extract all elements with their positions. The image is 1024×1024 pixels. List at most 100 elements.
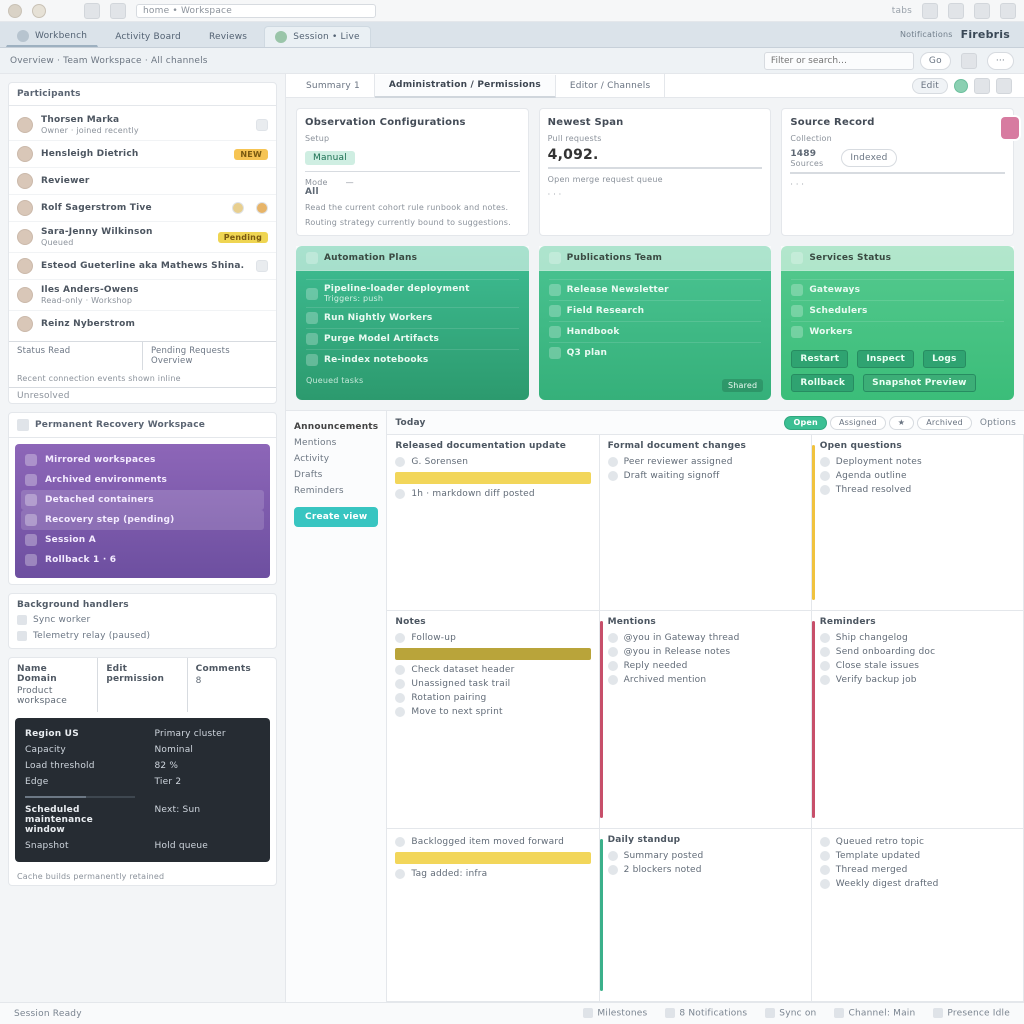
left-sidebar: Participants Thorsen MarkaOwner · joined… — [0, 74, 286, 1002]
share-icon[interactable] — [974, 78, 990, 94]
mtab-admin[interactable]: Administration / Permissions — [375, 75, 556, 98]
chip-archived[interactable]: Archived — [917, 416, 972, 430]
chip-assigned[interactable]: Assigned — [830, 416, 886, 430]
dot-icon — [608, 675, 618, 685]
g-line[interactable]: Schedulers — [809, 306, 867, 316]
restart-button[interactable]: Restart — [791, 350, 848, 368]
footer-item[interactable]: Presence Idle — [933, 1008, 1010, 1019]
address-bar[interactable]: home • Workspace — [136, 4, 376, 18]
tab-reviews[interactable]: Reviews — [198, 26, 258, 47]
recovery-item[interactable]: Recovery step (pending) — [21, 510, 264, 530]
cell[interactable]: Backlogged item moved forward Tag added:… — [387, 829, 599, 1002]
nav-fwd-icon[interactable] — [110, 3, 126, 19]
participant-row[interactable]: Esteod Gueterline aka Mathews Shina. — [9, 252, 276, 279]
g-line[interactable]: Handbook — [567, 327, 620, 337]
recovery-item[interactable]: Session A — [21, 530, 264, 550]
recovery-item[interactable]: Detached containers — [21, 490, 264, 510]
cell[interactable]: Mentions @you in Gateway thread @you in … — [600, 611, 812, 829]
mtab-editor[interactable]: Editor / Channels — [556, 74, 665, 97]
bookmark-icon[interactable] — [1001, 117, 1019, 139]
bullet-icon — [25, 554, 37, 566]
cell[interactable]: Reminders Ship changelog Send onboarding… — [812, 611, 1024, 829]
td: Product workspace — [17, 686, 89, 706]
options-label[interactable]: Options — [980, 418, 1016, 428]
recovery-item[interactable]: Mirrored workspaces — [21, 450, 264, 470]
lnav-item[interactable]: Reminders — [294, 483, 378, 499]
more-icon[interactable] — [996, 78, 1012, 94]
participant-row[interactable]: Rolf Sagerstrom Tive — [9, 194, 276, 221]
card-note: · · · — [790, 180, 1005, 189]
recovery-item[interactable]: Archived environments — [21, 470, 264, 490]
footer-item[interactable]: Sync on — [765, 1008, 816, 1019]
dot-icon — [791, 326, 803, 338]
chip-open[interactable]: Open — [784, 416, 826, 430]
edit-pill[interactable]: Edit — [912, 78, 948, 94]
participant-row[interactable]: Hensleigh DietrichNEW — [9, 140, 276, 167]
participant-row[interactable]: Reinz Nyberstrom — [9, 310, 276, 337]
chip-star[interactable]: ★ — [889, 416, 914, 430]
lnav-item[interactable]: Announcements — [294, 419, 378, 435]
g-line[interactable]: Run Nightly Workers — [324, 313, 432, 323]
logs-button[interactable]: Logs — [923, 350, 966, 368]
create-view-button[interactable]: Create view — [294, 507, 378, 527]
g-line[interactable]: Pipeline-loader deployment — [324, 284, 470, 294]
nav-back-icon[interactable] — [84, 3, 100, 19]
search-go-button[interactable]: Go — [920, 52, 951, 70]
cell[interactable]: Notes Follow-up Check dataset header Una… — [387, 611, 599, 829]
g-line[interactable]: Field Research — [567, 306, 645, 316]
recovery-label: Mirrored workspaces — [45, 455, 156, 465]
lnav-item[interactable]: Drafts — [294, 467, 378, 483]
lnav-item[interactable]: Activity — [294, 451, 378, 467]
dot-icon — [791, 284, 803, 296]
cell[interactable]: Queued retro topic Template updated Thre… — [812, 829, 1024, 1002]
card-note: · · · — [548, 190, 763, 199]
extension-icon[interactable] — [948, 3, 964, 19]
handler-item[interactable]: Telemetry relay (paused) — [17, 628, 268, 644]
settings-icon[interactable] — [256, 260, 268, 272]
search-input[interactable] — [764, 52, 914, 70]
tab-activity[interactable]: Activity Board — [104, 26, 192, 47]
g-line[interactable]: Workers — [809, 327, 852, 337]
handler-item[interactable]: Sync worker — [17, 612, 268, 628]
inspect-button[interactable]: Inspect — [857, 350, 914, 368]
participant-row[interactable]: Iles Anders-OwensRead-only · Workshop — [9, 279, 276, 310]
cell[interactable]: Daily standup Summary posted 2 blockers … — [600, 829, 812, 1002]
g-line[interactable]: Purge Model Artifacts — [324, 334, 439, 344]
profile-icon[interactable] — [974, 3, 990, 19]
tab-session[interactable]: Session • Live — [264, 26, 371, 47]
g-line[interactable]: Gateways — [809, 285, 860, 295]
g-line[interactable]: Re-index notebooks — [324, 355, 429, 365]
bell-icon[interactable] — [922, 3, 938, 19]
lnav-item[interactable]: Mentions — [294, 435, 378, 451]
g-line[interactable]: Q3 plan — [567, 348, 607, 358]
participant-row[interactable]: Sara-Jenny WilkinsonQueuedPending — [9, 221, 276, 252]
cell-line: G. Sorensen — [411, 457, 468, 467]
footer-item[interactable]: 8 Notifications — [665, 1008, 747, 1019]
gear-icon[interactable] — [256, 119, 268, 131]
v: Tier 2 — [155, 777, 261, 787]
g-line[interactable]: Release Newsletter — [567, 285, 669, 295]
participant-row[interactable]: Thorsen MarkaOwner · joined recently — [9, 110, 276, 140]
participants-memo: Recent connection events shown inline — [9, 370, 276, 387]
recovery-item[interactable]: Rollback 1 · 6 — [21, 550, 264, 570]
dot-icon — [306, 333, 318, 345]
card-sub: Collection — [790, 134, 1005, 143]
menu-icon[interactable] — [1000, 3, 1016, 19]
dot-icon — [306, 312, 318, 324]
participant-row[interactable]: Reviewer — [9, 167, 276, 194]
footer-item[interactable]: Channel: Main — [834, 1008, 915, 1019]
cell[interactable]: Open questions Deployment notes Agenda o… — [812, 435, 1024, 611]
manual-chip[interactable]: Manual — [305, 151, 355, 165]
cell-line: Agenda outline — [836, 471, 907, 481]
handlers-panel: Background handlers Sync worker Telemetr… — [8, 593, 277, 649]
layout-icon[interactable] — [961, 53, 977, 69]
cell[interactable]: Released documentation update G. Sorense… — [387, 435, 599, 611]
more-menu[interactable]: ··· — [987, 52, 1014, 70]
rollback-button[interactable]: Rollback — [791, 374, 854, 392]
cell-line: Tag added: infra — [411, 869, 487, 879]
footer-item[interactable]: Milestones — [583, 1008, 647, 1019]
cell[interactable]: Formal document changes Peer reviewer as… — [600, 435, 812, 611]
snapshot-button[interactable]: Snapshot Preview — [863, 374, 976, 392]
mtab-summary[interactable]: Summary 1 — [292, 74, 375, 97]
tab-workbench[interactable]: Workbench — [6, 26, 98, 47]
